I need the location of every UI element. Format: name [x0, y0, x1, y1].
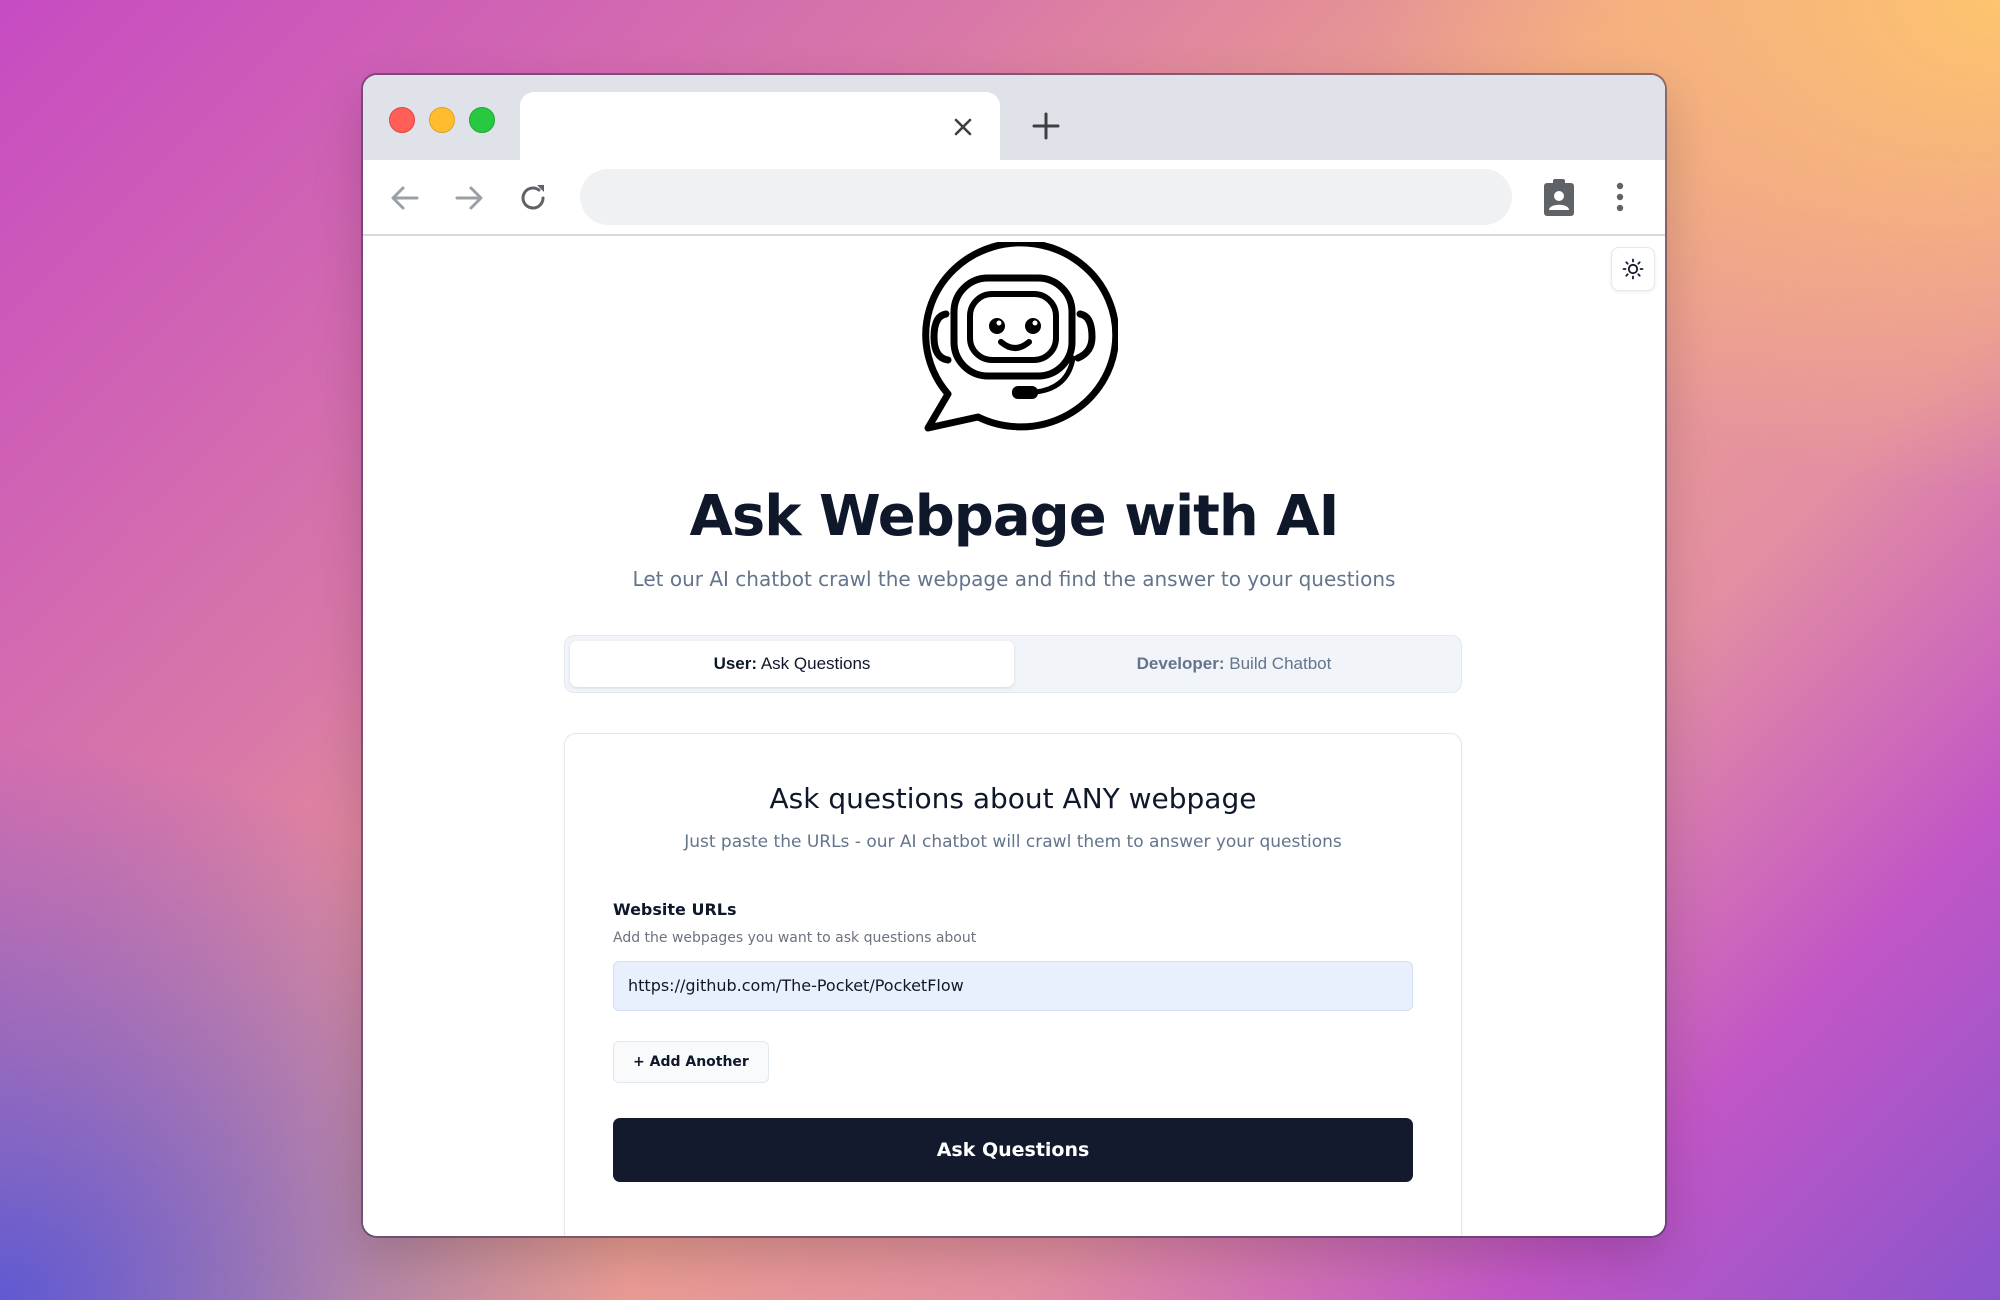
- address-bar[interactable]: [580, 169, 1512, 225]
- tab-role: Developer:: [1136, 654, 1225, 673]
- tab-developer-build-chatbot[interactable]: Developer: Build Chatbot: [1012, 641, 1456, 687]
- website-urls-hint: Add the webpages you want to ask questio…: [613, 930, 977, 946]
- ask-questions-button[interactable]: Ask Questions: [613, 1118, 1413, 1182]
- close-window-button[interactable]: [389, 107, 415, 133]
- card-subtitle: Just paste the URLs - our AI chatbot wil…: [684, 832, 1342, 852]
- arrow-left-icon[interactable]: [387, 180, 423, 216]
- page-subtitle: Let our AI chatbot crawl the webpage and…: [632, 567, 1396, 591]
- tab-label: Build Chatbot: [1229, 654, 1332, 673]
- page-content: Ask Webpage with AI Let our AI chatbot c…: [363, 236, 1665, 1236]
- ask-questions-card: Ask questions about ANY webpage Just pas…: [564, 733, 1462, 1236]
- kebab-menu-icon[interactable]: [1600, 176, 1640, 218]
- url-input[interactable]: https://github.com/The-Pocket/PocketFlow: [613, 961, 1413, 1011]
- badge-icon[interactable]: [1539, 176, 1579, 218]
- title-bar: [363, 75, 1665, 162]
- add-another-button[interactable]: + Add Another: [613, 1041, 769, 1083]
- sun-icon: [1622, 258, 1644, 280]
- maximize-window-button[interactable]: [469, 107, 495, 133]
- plus-icon[interactable]: [1029, 109, 1063, 143]
- browser-tab[interactable]: [520, 92, 1000, 162]
- close-icon[interactable]: [948, 112, 978, 142]
- minimize-window-button[interactable]: [429, 107, 455, 133]
- reload-icon[interactable]: [515, 180, 551, 216]
- arrow-right-icon[interactable]: [451, 180, 487, 216]
- website-urls-label: Website URLs: [613, 900, 737, 919]
- tab-label: Ask Questions: [760, 654, 871, 673]
- theme-toggle-button[interactable]: [1611, 247, 1655, 291]
- robot-chat-bubble-icon: [922, 242, 1118, 432]
- browser-toolbar: [363, 160, 1665, 236]
- page-title: Ask Webpage with AI: [689, 484, 1340, 549]
- mode-switch: User: Ask Questions Developer: Build Cha…: [564, 635, 1462, 693]
- browser-window: Ask Webpage with AI Let our AI chatbot c…: [363, 75, 1665, 1236]
- card-title: Ask questions about ANY webpage: [769, 782, 1257, 815]
- tab-user-ask-questions[interactable]: User: Ask Questions: [570, 641, 1014, 687]
- tab-role: User:: [713, 654, 758, 673]
